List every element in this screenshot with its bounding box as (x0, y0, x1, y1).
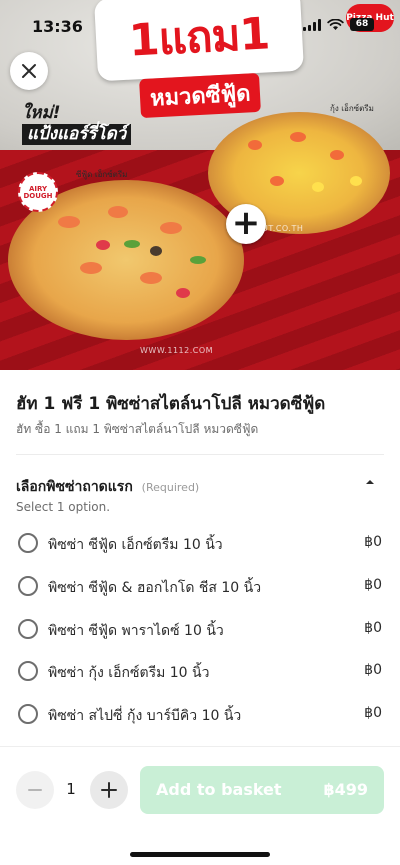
pizza-right-label: กุ้ง เอ็กซ์ตรีม (330, 104, 374, 113)
new-label: ใหม่! (22, 103, 61, 123)
decrease-quantity-button[interactable] (16, 771, 54, 809)
option-price: ฿0 (364, 534, 382, 550)
option-label: พิซซ่า สไปซี่ กุ้ง บาร์บีคิว 10 นิ้ว (48, 708, 242, 724)
hero-url-left: WWW.1112.COM (140, 346, 214, 355)
airy-dough-seal: AIRY DOUGH (18, 172, 58, 212)
mussel-topping (150, 246, 162, 256)
increase-quantity-button[interactable] (90, 771, 128, 809)
status-icons: 68 (303, 18, 374, 31)
option-label: พิซซ่า กุ้ง เอ็กซ์ตรีม 10 นิ้ว (48, 665, 210, 681)
option-group-title-text: เลือกพิซซ่าถาดแรก (16, 479, 133, 495)
option-item[interactable]: พิซซ่า สไปซี่ กุ้ง บาร์บีคิว 10 นิ้ว ฿0 (0, 693, 400, 735)
new-dough-badge: ใหม่! แป้งแอร์รี่โดว์ (22, 103, 132, 146)
item-title: ฮัท 1 ฟรี 1 พิซซ่าสไตล์นาโปลี หมวดซีฟู้ด (16, 394, 326, 414)
shrimp-topping (270, 176, 284, 186)
cellular-signal-icon (303, 18, 321, 31)
hero-url-right: UT.CO.TH (262, 224, 304, 233)
shrimp-topping (58, 216, 80, 228)
pineapple-topping (350, 176, 362, 186)
option-item[interactable]: พิซซ่า กุ้ง เอ็กซ์ตรีม 10 นิ้ว ฿0 (0, 650, 400, 692)
plus-graphic: + (226, 204, 266, 244)
shrimp-topping (160, 222, 182, 234)
add-to-basket-price: ฿499 (323, 780, 368, 799)
shrimp-topping (140, 272, 162, 284)
add-to-basket-button[interactable]: Add to basket ฿499 (140, 766, 384, 814)
close-icon (22, 64, 36, 78)
wifi-icon (327, 18, 344, 30)
option-item[interactable]: พิซซ่า ซีฟู้ด พาราไดซ์ 10 นิ้ว ฿0 (0, 608, 400, 650)
option-price: ฿0 (364, 662, 382, 678)
add-to-basket-label: Add to basket (156, 780, 282, 799)
option-price: ฿0 (364, 620, 382, 636)
option-label: พิซซ่า ซีฟู้ด เอ็กซ์ตรีม 10 นิ้ว (48, 537, 223, 553)
pineapple-topping (312, 182, 324, 192)
option-group-hint: Select 1 option. (16, 500, 111, 514)
chevron-up-icon[interactable] (362, 474, 378, 490)
radio-unchecked-icon[interactable] (18, 576, 38, 596)
option-price: ฿0 (364, 705, 382, 721)
close-button[interactable] (10, 52, 48, 90)
plus-icon (101, 782, 117, 798)
option-label: พิซซ่า ซีฟู้ด พาราไดซ์ 10 นิ้ว (48, 623, 224, 639)
pizza-left-label: ซีฟู้ด เอ็กซ์ตรีม (76, 170, 128, 179)
pepper-topping (124, 240, 140, 248)
item-description: ฮัท ซื้อ 1 แถม 1 พิซซ่าสไตล์นาโปลี หมวดซ… (16, 422, 259, 436)
option-price: ฿0 (364, 577, 382, 593)
hero-image: 1แถม1 หมวดซีฟู้ด ใหม่! แป้งแอร์รี่โดว์ P… (0, 0, 400, 370)
option-item[interactable]: พิซซ่า ซีฟู้ด & ฮอกไกโด ชีส 10 นิ้ว ฿0 (0, 565, 400, 607)
home-indicator (130, 852, 270, 857)
dough-label: แป้งแอร์รี่โดว์ (22, 123, 132, 146)
quantity-value: 1 (66, 780, 76, 798)
option-group-title: เลือกพิซซ่าถาดแรก (Required) (16, 476, 199, 498)
battery-icon: 68 (350, 18, 374, 31)
minus-icon (28, 789, 42, 791)
radio-unchecked-icon[interactable] (18, 619, 38, 639)
status-time: 13:36 (32, 17, 83, 36)
radio-unchecked-icon[interactable] (18, 533, 38, 553)
divider (16, 454, 384, 455)
add-to-basket-bar: 1 Add to basket ฿499 (0, 746, 400, 865)
pepper-topping (190, 256, 206, 264)
status-bar: 13:36 68 (0, 0, 400, 52)
shrimp-topping (290, 132, 306, 142)
option-label: พิซซ่า ซีฟู้ด & ฮอกไกโด ชีส 10 นิ้ว (48, 580, 262, 596)
promo-subheadline: หมวดซีฟู้ด (139, 72, 262, 119)
shrimp-topping (248, 140, 262, 150)
shrimp-topping (80, 262, 102, 274)
crab-stick-topping (176, 288, 190, 298)
radio-unchecked-icon[interactable] (18, 704, 38, 724)
required-label: (Required) (141, 481, 200, 494)
option-item[interactable]: พิซซ่า ซีฟู้ด เอ็กซ์ตรีม 10 นิ้ว ฿0 (0, 522, 400, 564)
shrimp-topping (108, 206, 128, 218)
crab-stick-topping (96, 240, 110, 250)
shrimp-topping (330, 150, 344, 160)
radio-unchecked-icon[interactable] (18, 661, 38, 681)
